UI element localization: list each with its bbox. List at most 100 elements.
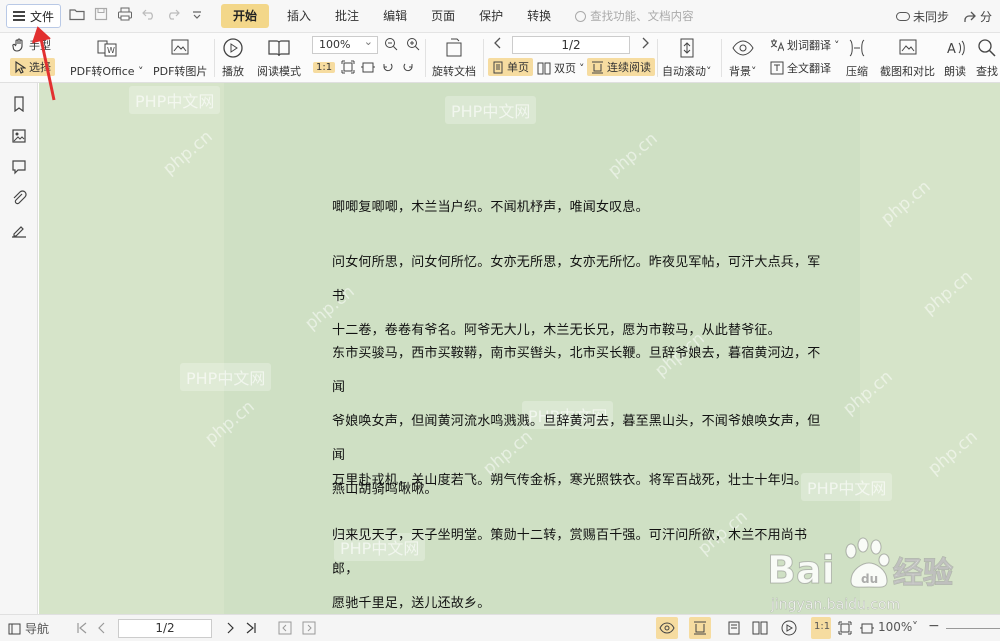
tab-protect[interactable]: 保护 bbox=[467, 4, 515, 28]
sync-status[interactable]: 未同步 bbox=[895, 8, 949, 25]
menubar-right: 未同步 分 bbox=[895, 0, 1000, 33]
rotate-document-button[interactable]: 旋转文档 bbox=[432, 36, 476, 79]
select-tool-button[interactable]: 选择 bbox=[10, 58, 55, 76]
zoom-minus-icon[interactable]: − bbox=[928, 618, 940, 634]
navigation-toggle[interactable]: 导航 bbox=[8, 620, 49, 637]
watermark-rotated: php.cn bbox=[877, 176, 935, 230]
separator bbox=[425, 39, 426, 77]
play-label: 播放 bbox=[222, 65, 244, 78]
separator bbox=[721, 39, 722, 77]
paragraph-4: 万里赴戎机，关山度若飞。朔气传金柝，寒光照铁衣。将军百战死，壮士十年归。 bbox=[332, 464, 832, 498]
redo-icon[interactable] bbox=[165, 8, 181, 24]
watermark: PHP中文网 bbox=[180, 363, 272, 391]
rotate-left-icon[interactable] bbox=[381, 60, 395, 74]
tab-convert[interactable]: 转换 bbox=[515, 4, 563, 28]
double-page-button[interactable]: 双页 ˅ bbox=[537, 60, 585, 76]
zoom-dropdown-icon[interactable]: ˅ bbox=[912, 620, 918, 634]
left-sidebar bbox=[0, 83, 38, 614]
play-button[interactable]: 播放 bbox=[222, 36, 244, 79]
next-page-button[interactable] bbox=[640, 37, 650, 49]
rotate-document-label: 旋转文档 bbox=[432, 65, 476, 78]
back-view-icon[interactable] bbox=[278, 621, 292, 635]
first-page-icon[interactable] bbox=[76, 622, 88, 634]
customize-dropdown-icon[interactable] bbox=[189, 8, 205, 24]
screenshot-compare-button[interactable]: 截图和对比 bbox=[880, 36, 935, 79]
page-number-input[interactable]: 1/2 bbox=[512, 36, 630, 54]
baidu-jingyan-logo: Bai du 经验 jingyan.baidu.com bbox=[763, 533, 993, 613]
single-page-label: 单页 bbox=[507, 61, 529, 74]
share-button[interactable]: 分 bbox=[963, 8, 992, 25]
eye-protect-icon[interactable] bbox=[659, 621, 675, 635]
hand-tool-label: 手型 bbox=[29, 39, 51, 52]
search-box[interactable]: 查找功能、文档内容 bbox=[575, 8, 694, 24]
rotate-right-icon[interactable] bbox=[401, 60, 415, 74]
file-menu-button[interactable]: 文件 bbox=[6, 4, 62, 28]
next-page-icon[interactable] bbox=[225, 622, 235, 634]
tab-page[interactable]: 页面 bbox=[419, 4, 467, 28]
tab-start[interactable]: 开始 bbox=[221, 4, 270, 28]
full-translate-icon bbox=[770, 61, 784, 75]
bookmark-icon[interactable] bbox=[11, 96, 27, 112]
single-page-view-icon[interactable] bbox=[727, 621, 741, 635]
comment-icon[interactable] bbox=[11, 159, 27, 175]
prev-page-button[interactable] bbox=[493, 37, 503, 49]
paragraph-2: 问女何所思，问女何所忆。女亦无所思，女亦无所忆。昨夜见军帖，可汗大点兵，军书 十… bbox=[332, 246, 832, 348]
quick-access-toolbar bbox=[69, 7, 205, 25]
zoom-in-icon[interactable] bbox=[406, 37, 420, 51]
ribbon-tabs: 开始 插入 批注 编辑 页面 保护 转换 bbox=[221, 4, 563, 28]
thumbnail-icon[interactable] bbox=[11, 128, 27, 144]
forward-view-icon[interactable] bbox=[302, 621, 316, 635]
background-button[interactable]: 背景˅ bbox=[729, 36, 757, 79]
double-page-view-icon[interactable] bbox=[752, 621, 768, 635]
word-translate-button[interactable]: 划词翻译 ˅ bbox=[770, 37, 840, 53]
read-mode-button[interactable]: 阅读模式 bbox=[257, 36, 301, 79]
chevron-left-icon bbox=[494, 37, 501, 49]
auto-scroll-button[interactable]: 自动滚动˅ bbox=[662, 36, 712, 79]
attachment-icon[interactable] bbox=[11, 190, 27, 206]
double-page-icon bbox=[537, 62, 551, 74]
zoom-value[interactable]: 100% bbox=[878, 620, 912, 634]
compress-icon bbox=[849, 39, 865, 57]
play-icon[interactable] bbox=[781, 620, 797, 636]
watermark-rotated: php.cn bbox=[159, 126, 217, 180]
read-aloud-button[interactable]: A 朗读 bbox=[944, 36, 966, 79]
prev-page-icon[interactable] bbox=[97, 622, 107, 634]
save-icon[interactable] bbox=[93, 7, 109, 25]
file-menu-label: 文件 bbox=[30, 9, 55, 24]
pdf-to-image-icon bbox=[171, 39, 189, 55]
pdf-to-image-button[interactable]: PDF转图片 bbox=[153, 36, 207, 79]
compress-button[interactable]: 压缩 bbox=[846, 36, 868, 79]
fit-page-icon[interactable] bbox=[838, 621, 852, 635]
actual-size-icon[interactable]: 1:1 bbox=[313, 61, 336, 73]
print-icon[interactable] bbox=[117, 7, 133, 25]
signature-icon[interactable] bbox=[11, 222, 27, 238]
fit-width-icon[interactable] bbox=[361, 60, 376, 74]
book-icon bbox=[268, 40, 290, 57]
tab-annotate[interactable]: 批注 bbox=[323, 4, 371, 28]
auto-scroll-label: 自动滚动 bbox=[662, 65, 706, 78]
continuous-read-button[interactable]: 连续阅读 bbox=[587, 58, 655, 76]
actual-size-icon[interactable]: 1:1 bbox=[814, 621, 830, 632]
select-tool-label: 选择 bbox=[29, 61, 51, 74]
zoom-select[interactable]: 100% bbox=[312, 34, 378, 54]
find-button[interactable]: 查找 bbox=[976, 36, 998, 79]
zoom-out-icon[interactable] bbox=[384, 37, 398, 51]
zoom-controls bbox=[384, 37, 420, 51]
magnifier-icon bbox=[978, 39, 996, 57]
full-translate-button[interactable]: 全文翻译 bbox=[770, 60, 831, 76]
undo-icon[interactable] bbox=[141, 8, 157, 24]
text-line: 东市买骏马，西市买鞍鞯，南市买辔头，北市买长鞭。旦辞爷娘去，暮宿黄河边，不闻 bbox=[332, 346, 821, 395]
open-folder-icon[interactable] bbox=[69, 7, 85, 25]
single-page-button[interactable]: 单页 bbox=[488, 58, 533, 76]
continuous-view-icon[interactable] bbox=[693, 621, 707, 635]
zoom-slider[interactable] bbox=[946, 628, 1000, 629]
status-page-input[interactable]: 1/2 bbox=[118, 619, 212, 638]
last-page-icon[interactable] bbox=[245, 622, 257, 634]
fit-page-icon[interactable] bbox=[341, 60, 355, 74]
pdf-to-office-button[interactable]: W PDF转Office ˅ bbox=[70, 36, 144, 79]
tab-insert[interactable]: 插入 bbox=[275, 4, 323, 28]
tab-edit[interactable]: 编辑 bbox=[371, 4, 419, 28]
fit-width-icon[interactable] bbox=[860, 621, 874, 635]
watermark: PHP中文网 bbox=[445, 96, 537, 124]
hand-tool-button[interactable]: 手型 bbox=[12, 37, 51, 53]
